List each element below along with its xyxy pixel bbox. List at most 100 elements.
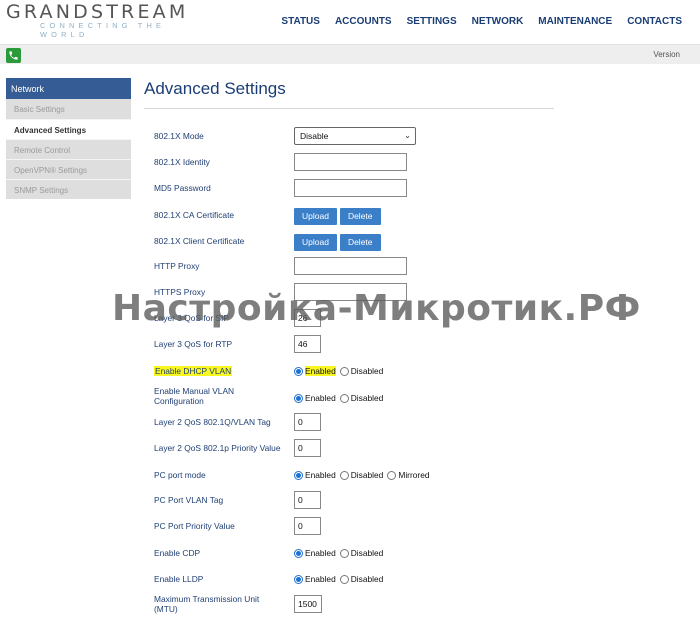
nav-network[interactable]: NETWORK: [472, 16, 524, 27]
row-priority-value: Layer 2 QoS 802.1p Priority Value 0: [154, 439, 554, 459]
row-http-proxy: HTTP Proxy: [154, 257, 554, 277]
title-divider: [144, 108, 554, 109]
row-manual-vlan: Enable Manual VLAN Configuration Enabled …: [154, 386, 554, 409]
label-qos-rtp: Layer 3 QoS for RTP: [154, 339, 233, 349]
client-upload-button[interactable]: Upload: [294, 234, 337, 251]
row-client-certificate: 802.1X Client Certificate Upload Delete: [154, 232, 554, 252]
pc-port-enabled-radio[interactable]: [294, 470, 303, 480]
sidebar-header-network[interactable]: Network: [6, 78, 131, 99]
vlan-tag-input[interactable]: 0: [294, 413, 321, 431]
row-ca-certificate: 802.1X CA Certificate Upload Delete: [154, 206, 554, 226]
sub-toolbar: Version: [0, 44, 700, 64]
label-mtu: Maximum Transmission Unit (MTU): [154, 594, 259, 614]
label-pc-vlan-tag: PC Port VLAN Tag: [154, 495, 224, 505]
sidebar-item-basic-settings[interactable]: Basic Settings: [6, 99, 131, 119]
label-8021x-mode: 802.1X Mode: [154, 131, 204, 141]
pc-port-enabled-label: Enabled: [305, 470, 336, 480]
8021x-mode-value: Disable: [300, 131, 329, 141]
nav-maintenance[interactable]: MAINTENANCE: [538, 16, 612, 27]
dhcp-vlan-radio-group: Enabled Disabled: [294, 366, 383, 376]
label-client-certificate: 802.1X Client Certificate: [154, 236, 245, 246]
dhcp-vlan-enabled-radio[interactable]: [294, 366, 303, 376]
lldp-radio-group: Enabled Disabled: [294, 574, 383, 584]
label-lldp: Enable LLDP: [154, 574, 204, 584]
manual-vlan-disabled-label: Disabled: [350, 393, 384, 403]
qos-rtp-input[interactable]: 46: [294, 335, 321, 353]
lldp-disabled-radio[interactable]: [339, 574, 349, 584]
cdp-disabled-radio[interactable]: [339, 548, 349, 558]
client-delete-button[interactable]: Delete: [339, 234, 381, 251]
watermark-text: Настройка-Микротик.РФ: [112, 288, 641, 329]
lldp-enabled-label: Enabled: [305, 574, 336, 584]
pc-priority-input[interactable]: 0: [294, 517, 321, 535]
label-manual-vlan: Enable Manual VLAN Configuration: [154, 386, 234, 406]
label-priority-value: Layer 2 QoS 802.1p Priority Value: [154, 443, 281, 453]
nav-status[interactable]: STATUS: [281, 16, 320, 27]
pc-port-mirrored-radio[interactable]: [387, 470, 397, 480]
label-mtu-line2: (MTU): [154, 604, 178, 614]
nav-accounts[interactable]: ACCOUNTS: [335, 16, 392, 27]
ca-delete-button[interactable]: Delete: [339, 208, 381, 225]
pc-port-mirrored-label: Mirrored: [398, 470, 430, 480]
sidebar-item-remote-control[interactable]: Remote Control: [6, 139, 131, 159]
pc-port-disabled-label: Disabled: [350, 470, 384, 480]
label-md5-password: MD5 Password: [154, 183, 211, 193]
http-proxy-input[interactable]: [294, 257, 407, 275]
manual-vlan-enabled-label: Enabled: [305, 393, 336, 403]
nav-contacts[interactable]: CONTACTS: [627, 16, 682, 27]
row-qos-rtp: Layer 3 QoS for RTP 46: [154, 335, 554, 355]
label-pc-port-mode: PC port mode: [154, 470, 206, 480]
version-label: Version: [653, 50, 680, 59]
pc-vlan-tag-input[interactable]: 0: [294, 491, 321, 509]
chevron-down-icon: ⌄: [404, 131, 411, 140]
label-cdp: Enable CDP: [154, 548, 201, 558]
pc-port-mode-radio-group: Enabled Disabled Mirrored: [294, 470, 430, 480]
nav-settings[interactable]: SETTINGS: [407, 16, 457, 27]
dhcp-vlan-enabled-label: Enabled: [305, 366, 336, 376]
row-8021x-mode: 802.1X Mode Disable ⌄: [154, 127, 554, 147]
row-mtu: Maximum Transmission Unit (MTU) 1500: [154, 594, 554, 615]
label-dhcp-vlan: Enable DHCP VLAN: [154, 366, 233, 376]
lldp-disabled-label: Disabled: [350, 574, 384, 584]
mtu-input[interactable]: 1500: [294, 595, 322, 613]
cdp-radio-group: Enabled Disabled: [294, 548, 383, 558]
cdp-enabled-label: Enabled: [305, 548, 336, 558]
manual-vlan-enabled-radio[interactable]: [294, 393, 303, 403]
label-vlan-tag: Layer 2 QoS 802.1Q/VLAN Tag: [154, 417, 271, 427]
priority-value-input[interactable]: 0: [294, 439, 321, 457]
row-8021x-identity: 802.1X Identity: [154, 153, 554, 173]
8021x-mode-select[interactable]: Disable ⌄: [294, 127, 416, 145]
md5-password-input[interactable]: [294, 179, 407, 197]
label-mtu-line1: Maximum Transmission Unit: [154, 594, 260, 604]
dhcp-vlan-disabled-radio[interactable]: [339, 366, 349, 376]
row-pc-vlan-tag: PC Port VLAN Tag 0: [154, 491, 554, 511]
client-certificate-actions: Upload Delete: [294, 232, 384, 251]
grandstream-logo: GRANDSTREAM CONNECTING THE WORLD: [6, 0, 216, 40]
logo-wordmark: GRANDSTREAM: [6, 1, 189, 23]
row-dhcp-vlan: Enable DHCP VLAN Enabled Disabled: [154, 362, 554, 382]
row-pc-priority: PC Port Priority Value 0: [154, 517, 554, 537]
label-http-proxy: HTTP Proxy: [154, 261, 200, 271]
8021x-identity-input[interactable]: [294, 153, 407, 171]
sidebar-item-openvpn-settings[interactable]: OpenVPN® Settings: [6, 159, 131, 179]
top-header: GRANDSTREAM CONNECTING THE WORLD STATUS …: [0, 0, 700, 44]
lldp-enabled-radio[interactable]: [294, 574, 303, 584]
label-ca-certificate: 802.1X CA Certificate: [154, 210, 235, 220]
logo-tagline: CONNECTING THE WORLD: [40, 21, 166, 39]
label-pc-priority: PC Port Priority Value: [154, 521, 235, 531]
sidebar-item-advanced-settings[interactable]: Advanced Settings: [6, 119, 131, 139]
manual-vlan-radio-group: Enabled Disabled: [294, 393, 383, 403]
label-manual-vlan-line1: Enable Manual VLAN: [154, 386, 235, 396]
sidebar-item-snmp-settings[interactable]: SNMP Settings: [6, 179, 131, 199]
page-title: Advanced Settings: [144, 79, 286, 98]
dhcp-vlan-disabled-label: Disabled: [350, 366, 384, 376]
sidebar: Network Basic Settings Advanced Settings…: [6, 78, 131, 199]
pc-port-disabled-radio[interactable]: [339, 470, 349, 480]
phone-icon[interactable]: [6, 48, 21, 63]
row-md5-password: MD5 Password: [154, 179, 554, 199]
manual-vlan-disabled-radio[interactable]: [339, 393, 349, 403]
cdp-enabled-radio[interactable]: [294, 548, 303, 558]
row-pc-port-mode: PC port mode Enabled Disabled Mirrored: [154, 466, 554, 486]
ca-upload-button[interactable]: Upload: [294, 208, 337, 225]
row-vlan-tag: Layer 2 QoS 802.1Q/VLAN Tag 0: [154, 413, 554, 433]
